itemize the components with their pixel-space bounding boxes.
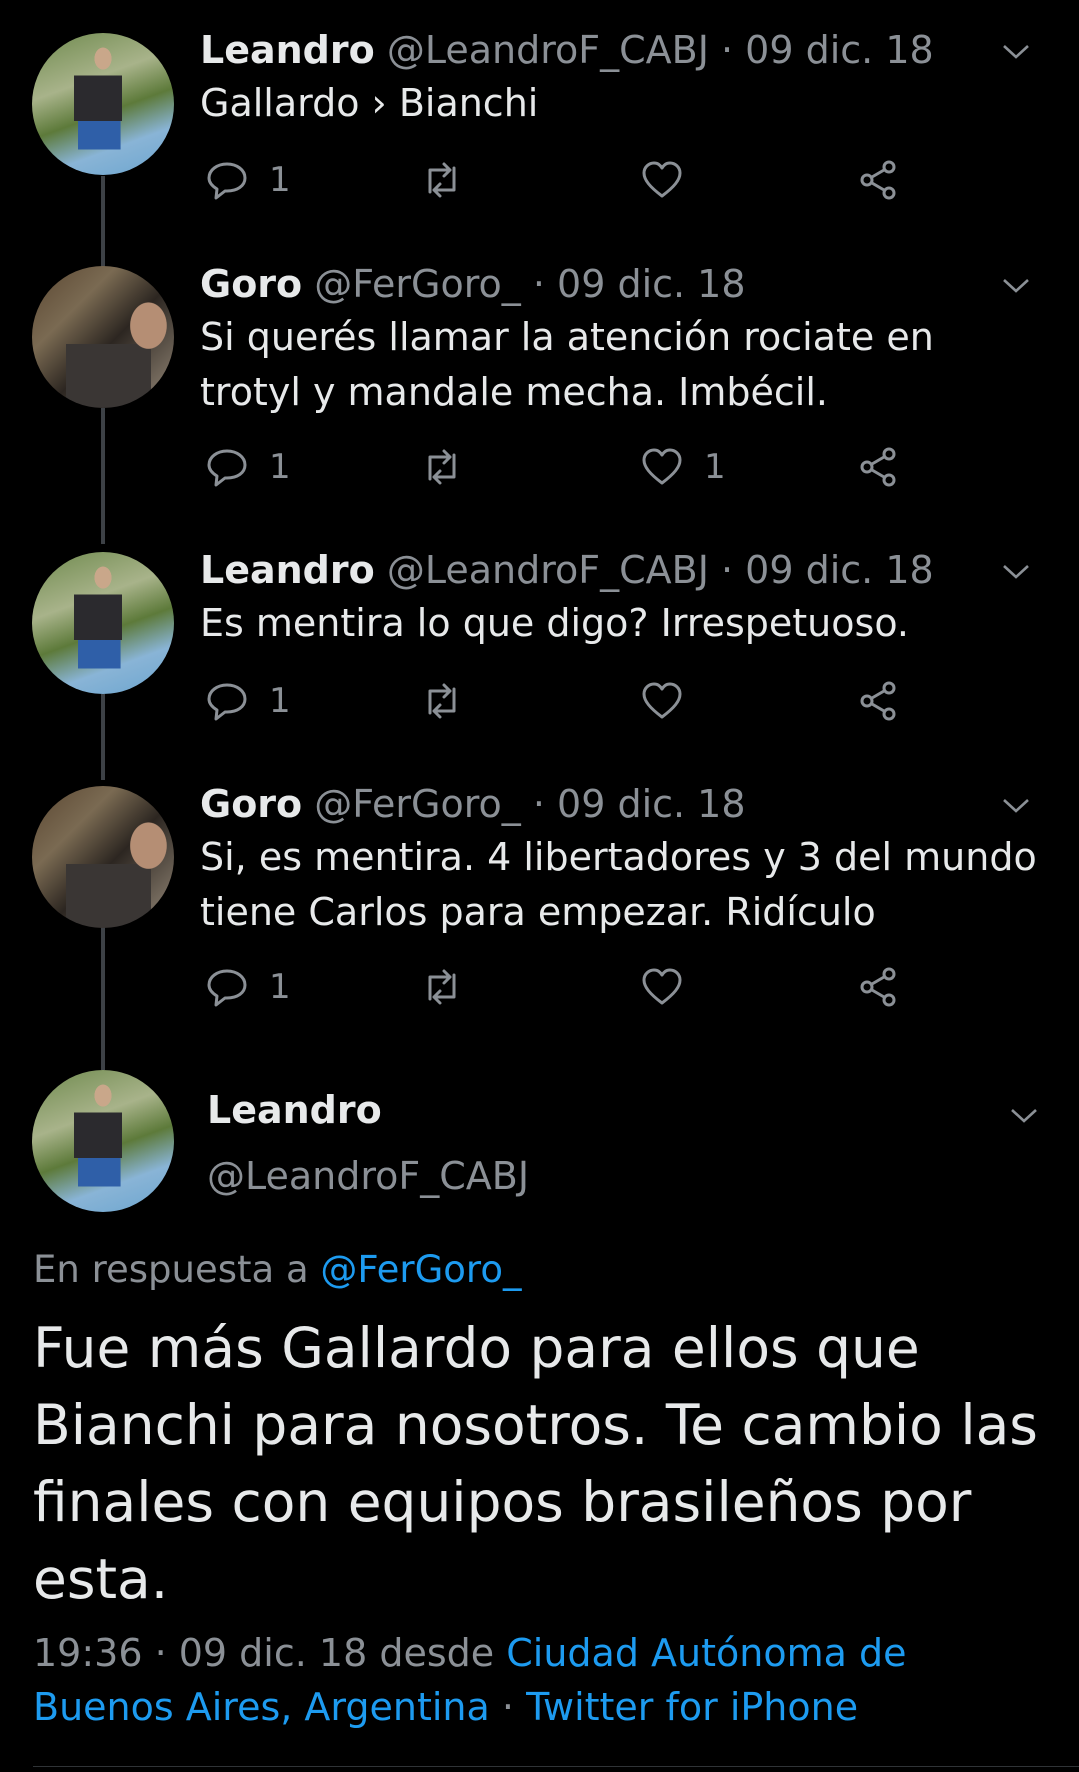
retweet-button[interactable] xyxy=(420,442,484,492)
share-icon xyxy=(860,447,896,487)
tweet-text: Si, es mentira. 4 libertadores y 3 del m… xyxy=(200,835,1037,934)
retweet-button[interactable] xyxy=(420,962,484,1012)
reply-icon xyxy=(207,683,247,721)
chevron-down-icon[interactable] xyxy=(1001,790,1031,820)
tweet-metadata: 19:36 · 09 dic. 18 desde Ciudad Autónoma… xyxy=(33,1626,1053,1734)
reply-button[interactable]: 1 xyxy=(205,962,291,1012)
avatar[interactable] xyxy=(32,1070,174,1212)
tweet-actions: 1 xyxy=(200,155,920,205)
reply-count: 1 xyxy=(269,160,291,200)
reply-handle-link[interactable]: @FerGoro_ xyxy=(320,1248,521,1291)
reply-prefix: En respuesta a xyxy=(33,1248,309,1291)
chevron-down-icon[interactable] xyxy=(1001,36,1031,66)
retweet-icon xyxy=(428,683,456,719)
reply-icon xyxy=(207,162,247,200)
tweet-date: · 09 dic. 18 xyxy=(532,262,746,306)
reply-icon xyxy=(207,449,247,487)
author-handle[interactable]: @FerGoro_ xyxy=(314,262,521,306)
like-icon xyxy=(642,968,682,1005)
author-name[interactable]: Leandro xyxy=(200,548,375,592)
tweet-date: · 09 dic. 18 xyxy=(721,548,934,592)
like-button[interactable]: 1 xyxy=(640,442,726,492)
reply-count: 1 xyxy=(269,967,291,1007)
retweet-icon xyxy=(428,449,456,485)
author-name[interactable]: Leandro xyxy=(207,1088,382,1132)
reply-count: 1 xyxy=(269,447,291,487)
avatar[interactable] xyxy=(32,552,174,694)
reply-button[interactable]: 1 xyxy=(205,676,291,726)
author-handle[interactable]: @LeandroF_CABJ xyxy=(207,1154,529,1198)
like-button[interactable] xyxy=(640,155,704,205)
like-icon xyxy=(642,682,682,719)
share-button[interactable] xyxy=(857,676,901,726)
chevron-down-icon[interactable] xyxy=(1001,556,1031,586)
tweet-text: Gallardo › Bianchi xyxy=(200,81,539,125)
tweet-actions: 1 xyxy=(200,676,920,726)
like-icon xyxy=(642,161,682,198)
tweet-actions: 1 1 xyxy=(200,442,920,492)
tweet[interactable]: Goro @FerGoro_ · 09 dic. 18 Si, es menti… xyxy=(0,770,1079,1040)
reply-icon xyxy=(207,969,247,1007)
chevron-down-icon[interactable] xyxy=(1009,1100,1039,1130)
author-handle[interactable]: @LeandroF_CABJ xyxy=(387,548,709,592)
like-icon xyxy=(642,448,682,485)
main-tweet-text: Fue más Gallardo para ellos que Bianchi … xyxy=(33,1316,1038,1611)
avatar[interactable] xyxy=(32,266,174,408)
author-name[interactable]: Goro xyxy=(200,782,302,826)
retweet-button[interactable] xyxy=(420,676,484,726)
tweet[interactable]: Goro @FerGoro_ · 09 dic. 18 Si querés ll… xyxy=(0,262,1079,540)
avatar[interactable] xyxy=(32,786,174,928)
reply-context: En respuesta a @FerGoro_ xyxy=(33,1248,521,1291)
like-button[interactable] xyxy=(640,962,704,1012)
tweet-text: Si querés llamar la atención rociate en … xyxy=(200,315,934,414)
divider xyxy=(33,1766,1079,1767)
author-handle[interactable]: @FerGoro_ xyxy=(314,782,521,826)
retweet-icon xyxy=(428,162,456,198)
author-name[interactable]: Goro xyxy=(200,262,302,306)
retweet-button[interactable] xyxy=(420,155,484,205)
share-icon xyxy=(860,681,896,721)
tweet-actions: 1 xyxy=(200,962,920,1012)
retweet-icon xyxy=(428,969,456,1005)
share-icon xyxy=(860,967,896,1007)
tweet[interactable]: Leandro @LeandroF_CABJ · 09 dic. 18 Gall… xyxy=(0,0,1079,270)
avatar[interactable] xyxy=(32,33,174,175)
share-icon xyxy=(860,160,896,200)
reply-button[interactable]: 1 xyxy=(205,155,291,205)
share-button[interactable] xyxy=(857,962,901,1012)
share-button[interactable] xyxy=(857,155,901,205)
tweet-timestamp: 19:36 · 09 dic. 18 desde xyxy=(33,1631,495,1675)
tweet[interactable]: Leandro @LeandroF_CABJ · 09 dic. 18 Es m… xyxy=(0,540,1079,770)
author-handle[interactable]: @LeandroF_CABJ xyxy=(387,28,709,72)
author-name[interactable]: Leandro xyxy=(200,28,375,72)
tweet-date: · 09 dic. 18 xyxy=(721,28,934,72)
reply-button[interactable]: 1 xyxy=(205,442,291,492)
like-count: 1 xyxy=(704,447,726,487)
client-link[interactable]: Twitter for iPhone xyxy=(526,1685,858,1729)
meta-separator: · xyxy=(501,1685,514,1729)
like-button[interactable] xyxy=(640,676,704,726)
tweet-date: · 09 dic. 18 xyxy=(532,782,746,826)
tweet-text: Es mentira lo que digo? Irrespetuoso. xyxy=(200,601,909,645)
reply-count: 1 xyxy=(269,681,291,721)
chevron-down-icon[interactable] xyxy=(1001,270,1031,300)
share-button[interactable] xyxy=(857,442,901,492)
